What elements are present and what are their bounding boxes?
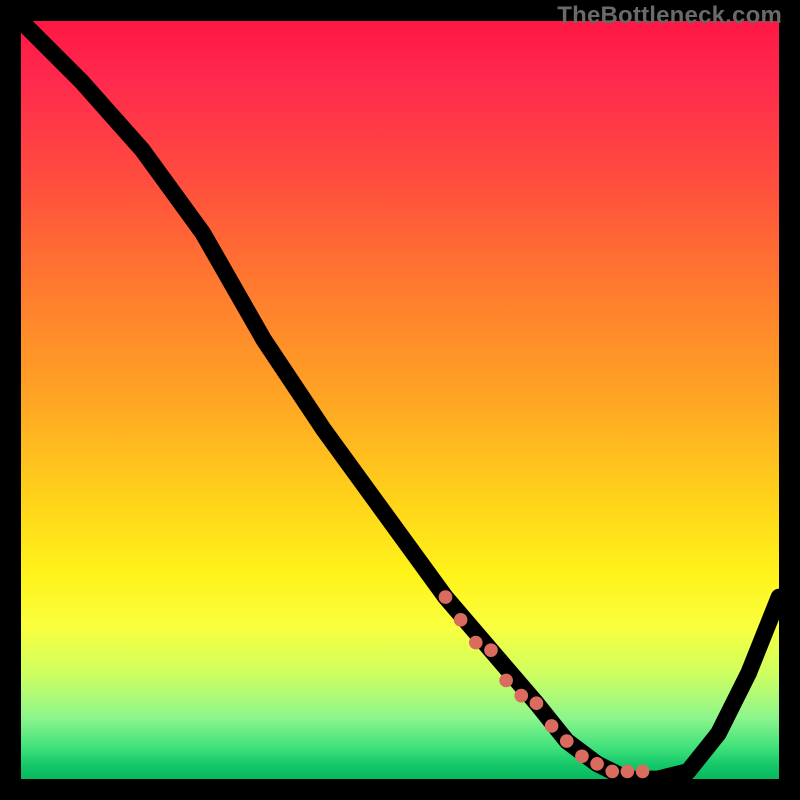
highlight-dot bbox=[484, 643, 498, 657]
highlight-dot bbox=[605, 765, 619, 779]
watermark-text: TheBottleneck.com bbox=[557, 2, 782, 30]
highlight-dot bbox=[499, 674, 513, 688]
bottleneck-curve bbox=[21, 21, 779, 779]
highlight-dot bbox=[454, 613, 468, 627]
highlight-dot bbox=[545, 719, 559, 733]
chart-overlay bbox=[21, 21, 779, 779]
highlight-dot bbox=[439, 590, 453, 604]
highlight-dot bbox=[530, 696, 544, 710]
highlight-dot bbox=[514, 689, 528, 703]
highlight-dot bbox=[590, 757, 604, 771]
chart-container: TheBottleneck.com bbox=[0, 0, 800, 800]
highlight-dot bbox=[560, 734, 574, 748]
highlight-dot bbox=[621, 765, 635, 779]
highlight-dot bbox=[636, 765, 650, 779]
highlight-dot bbox=[575, 749, 589, 763]
highlight-dot bbox=[469, 636, 483, 650]
